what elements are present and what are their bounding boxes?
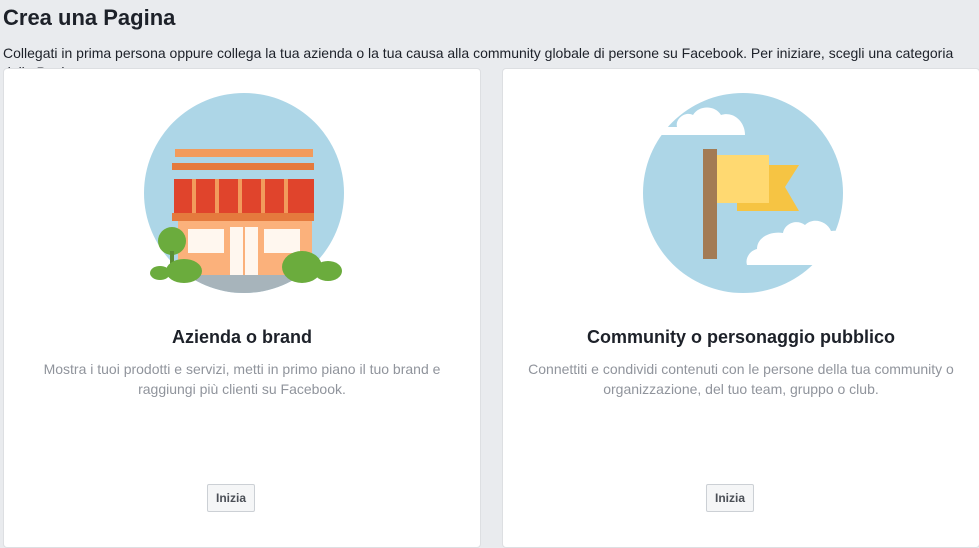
card-description: Connettiti e condividi contenuti con le … <box>528 361 954 397</box>
card-business: Azienda o brand Mostra i tuoi prodotti e… <box>3 68 481 548</box>
card-description: Mostra i tuoi prodotti e servizi, metti … <box>43 361 441 397</box>
page-description: Collegati in prima persona oppure colleg… <box>3 45 954 68</box>
card-title: Community o personaggio pubblico <box>587 327 895 347</box>
start-business-button[interactable]: Inizia <box>206 484 256 512</box>
card-community: Community o personaggio pubblico Connett… <box>502 68 979 548</box>
storefront-illustration-icon <box>144 93 344 293</box>
start-community-button[interactable]: Inizia <box>705 484 755 512</box>
card-title: Azienda o brand <box>171 327 312 347</box>
page-title: Crea una Pagina <box>3 5 176 30</box>
flag-illustration-icon <box>637 93 855 293</box>
